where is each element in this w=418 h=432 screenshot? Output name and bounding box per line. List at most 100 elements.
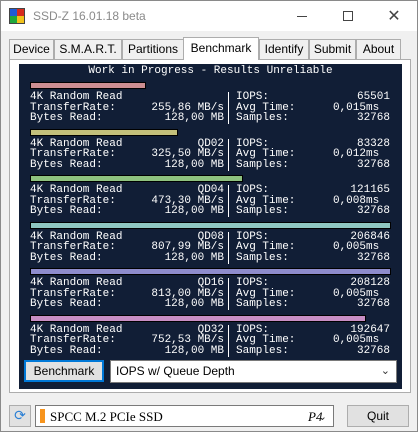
benchmark-mode-select[interactable]: IOPS w/ Queue Depth ⌄ xyxy=(110,360,397,383)
bytes-value: 128,00 MB xyxy=(164,112,224,124)
samples-label: Samples: xyxy=(236,158,289,171)
result-bar xyxy=(30,82,146,89)
result-bar xyxy=(30,128,178,136)
result-bar xyxy=(30,268,391,275)
refresh-icon: ⟳ xyxy=(14,408,26,424)
queue-depth: QD16 xyxy=(197,277,224,289)
avg-time-label: Avg Time: xyxy=(236,334,296,346)
avg-time-value: 0,005 xyxy=(332,241,366,253)
title-bar[interactable]: SSD-Z 16.01.18 beta ✕ xyxy=(1,1,417,31)
drive-color-marker xyxy=(40,409,45,423)
result-block: 4K Random Read QD04 IOPS: 121165 TransferRat… xyxy=(30,185,390,217)
avg-time-label: Avg Time: xyxy=(236,148,296,160)
result-bar xyxy=(30,314,366,322)
column-separator xyxy=(228,138,229,171)
column-separator xyxy=(228,231,229,264)
avg-time-label: Avg Time: xyxy=(236,241,296,253)
iops-value: 65501 xyxy=(356,91,390,103)
bytes-value: 128,00 MB xyxy=(164,158,224,171)
tab-smart[interactable]: S.M.A.R.T. xyxy=(54,39,122,59)
column-separator xyxy=(228,92,229,124)
bottom-bar: ⟳ SPCC M.2 PCIe SSD P4 ⌄ Quit xyxy=(1,399,417,432)
bytes-label: Bytes Read: xyxy=(30,344,103,357)
result-bar xyxy=(30,221,391,229)
drive-name: SPCC M.2 PCIe SSD xyxy=(50,409,163,424)
window-title: SSD-Z 16.01.18 beta xyxy=(33,9,146,23)
bytes-value: 128,00 MB xyxy=(164,205,224,217)
minimize-icon xyxy=(297,15,307,17)
samples-label: Samples: xyxy=(236,251,289,264)
bytes-label: Bytes Read: xyxy=(30,158,103,171)
drive-select[interactable]: SPCC M.2 PCIe SSD P4 ⌄ xyxy=(35,405,334,427)
maximize-button[interactable] xyxy=(325,1,371,31)
refresh-button[interactable]: ⟳ xyxy=(9,405,31,427)
samples-value: 32768 xyxy=(356,112,390,124)
quit-button[interactable]: Quit xyxy=(347,405,409,427)
iops-label: IOPS: xyxy=(236,184,270,196)
result-block: 4K Random Read IOPS: 65501 TransferRate: 255… xyxy=(30,92,390,124)
result-bar xyxy=(30,175,243,182)
tab-identify[interactable]: Identify xyxy=(259,39,309,59)
transfer-value: 752,53 MB/s xyxy=(151,334,224,346)
avg-time-value: 0,005 xyxy=(332,334,366,346)
tab-device[interactable]: Device xyxy=(9,39,54,59)
avg-time-value: 0,012 xyxy=(332,148,366,160)
result-block: 4K Random Read QD16 IOPS: 208128 TransferRat… xyxy=(30,278,390,310)
transfer-value: 325,50 MB/s xyxy=(151,148,224,160)
app-window: SSD-Z 16.01.18 beta ✕ Device S.M.A.R.T. … xyxy=(0,0,418,432)
bytes-label: Bytes Read: xyxy=(30,205,103,217)
iops-label: IOPS: xyxy=(236,277,270,289)
warning-header: Work in Progress - Results Unreliable xyxy=(88,65,333,77)
samples-value: 32768 xyxy=(356,298,390,310)
benchmark-panel: Work in Progress - Results Unreliable 4K… xyxy=(9,59,411,393)
result-block: 4K Random Read QD08 IOPS: 206846 TransferRat… xyxy=(30,231,390,264)
iops-value: 208128 xyxy=(350,277,390,289)
samples-label: Samples: xyxy=(236,344,289,357)
samples-label: Samples: xyxy=(236,112,289,124)
benchmark-results-screen: Work in Progress - Results Unreliable 4K… xyxy=(19,64,402,389)
minimize-button[interactable] xyxy=(279,1,325,31)
tab-submit[interactable]: Submit xyxy=(309,39,356,59)
bytes-label: Bytes Read: xyxy=(30,112,103,124)
transfer-label: TransferRate: xyxy=(30,148,116,160)
queue-depth: QD04 xyxy=(197,184,224,196)
avg-time-unit: ms xyxy=(366,241,380,253)
maximize-icon xyxy=(343,11,353,21)
test-name: 4K Random Read xyxy=(30,277,123,289)
transfer-label: TransferRate: xyxy=(30,241,116,253)
samples-value: 32768 xyxy=(356,158,390,171)
samples-value: 32768 xyxy=(356,251,390,264)
test-name: 4K Random Read xyxy=(30,184,123,196)
result-block: 4K Random Read QD02 IOPS: 83328 TransferRate… xyxy=(30,138,390,171)
tab-partitions[interactable]: Partitions xyxy=(122,39,184,59)
samples-value: 32768 xyxy=(356,205,390,217)
transfer-value: 807,99 MB/s xyxy=(151,241,224,253)
benchmark-button[interactable]: Benchmark xyxy=(24,360,104,382)
benchmark-mode-value: IOPS w/ Queue Depth xyxy=(116,364,235,378)
bytes-value: 128,00 MB xyxy=(164,344,224,357)
chevron-down-icon: ⌄ xyxy=(380,365,390,377)
column-separator xyxy=(228,278,229,310)
bytes-value: 128,00 MB xyxy=(164,298,224,310)
bytes-value: 128,00 MB xyxy=(164,251,224,264)
test-name: 4K Random Read xyxy=(30,91,123,103)
avg-time-unit: ms xyxy=(366,148,380,160)
transfer-label: TransferRate: xyxy=(30,334,116,346)
result-block: 4K Random Read QD32 IOPS: 192647 TransferRat… xyxy=(30,324,390,357)
tab-benchmark[interactable]: Benchmark xyxy=(183,37,259,60)
column-separator xyxy=(228,185,229,217)
bytes-label: Bytes Read: xyxy=(30,298,103,310)
tab-about[interactable]: About xyxy=(356,39,401,59)
close-button[interactable]: ✕ xyxy=(371,1,417,31)
iops-label: IOPS: xyxy=(236,91,270,103)
samples-label: Samples: xyxy=(236,298,289,310)
bytes-label: Bytes Read: xyxy=(30,251,103,264)
samples-label: Samples: xyxy=(236,205,289,217)
samples-value: 32768 xyxy=(356,344,390,357)
iops-value: 121165 xyxy=(350,184,390,196)
column-separator xyxy=(228,324,229,357)
chevron-down-icon: ⌄ xyxy=(317,411,327,423)
avg-time-unit: ms xyxy=(366,334,380,346)
close-icon: ✕ xyxy=(387,6,401,25)
app-icon xyxy=(9,8,25,24)
